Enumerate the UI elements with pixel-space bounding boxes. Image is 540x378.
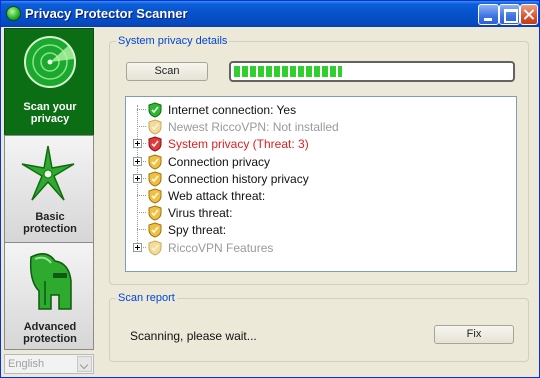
chevron-down-icon[interactable] [77, 356, 92, 372]
tree-item-label: Web attack threat: [168, 189, 266, 203]
sidebar-item-label: Advanced protection [5, 321, 95, 345]
system-privacy-details-group: System privacy details Scan Internet con… [109, 35, 529, 285]
tree-connector [137, 229, 146, 231]
scan-progress-bar [229, 61, 515, 82]
tree-item-label: RiccoVPN Features [168, 240, 274, 255]
tree-item[interactable]: Spy threat: [126, 221, 516, 238]
privacy-tree[interactable]: Internet connection: Yes Newest RiccoVPN:… [125, 96, 517, 272]
window-title: Privacy Protector Scanner [25, 6, 188, 21]
expand-icon[interactable] [133, 139, 142, 149]
sidebar-label-line1: Scan your [23, 101, 77, 113]
group-legend: Scan report [116, 292, 177, 304]
shield-icon [148, 222, 162, 238]
sidebar-label-line2: protection [23, 223, 77, 235]
tree-item-label: Connection history privacy [168, 171, 309, 186]
sidebar-label-line2: protection [23, 333, 77, 345]
sidebar-item-label: Scan your privacy [5, 101, 95, 125]
tree-item-label: Spy threat: [168, 223, 227, 238]
scan-status-text: Scanning, please wait... [130, 329, 257, 343]
app-window: Privacy Protector Scanner Scan your priv… [0, 0, 540, 378]
tree-item-label: Newest RiccoVPN: Not installed [168, 120, 339, 135]
sidebar-label-line2: privacy [30, 113, 70, 125]
tree-item[interactable]: Web attack threat: [126, 187, 516, 204]
sidebar-label-line1: Basic [35, 211, 65, 223]
sidebar-item-basic-protection[interactable]: Basic protection [4, 135, 94, 243]
tree-item[interactable]: RiccoVPN Features [126, 239, 516, 256]
sidebar-item-advanced-protection[interactable]: Advanced protection [4, 242, 94, 350]
app-icon [6, 6, 21, 21]
tree-item[interactable]: System privacy (Threat: 3) [126, 135, 516, 152]
shield-icon [148, 154, 162, 170]
shield-icon [148, 102, 162, 118]
shield-icon [148, 171, 162, 187]
tree-item[interactable]: Internet connection: Yes [126, 101, 516, 118]
shield-icon [148, 240, 162, 256]
scan-button[interactable]: Scan [126, 62, 208, 81]
sidebar: Scan your privacy Basic protection Advan… [4, 28, 94, 350]
sidebar-item-scan-privacy[interactable]: Scan your privacy [4, 28, 94, 136]
group-legend: System privacy details [116, 35, 230, 47]
shuriken-icon [21, 145, 75, 201]
sidebar-item-label: Basic protection [5, 211, 95, 235]
tree-item-label: System privacy (Threat: 3) [168, 137, 309, 152]
title-bar[interactable]: Privacy Protector Scanner [1, 1, 539, 27]
tree-connector [137, 212, 146, 214]
shield-icon [148, 136, 162, 152]
tree-item[interactable]: Newest RiccoVPN: Not installed [126, 118, 516, 135]
close-button[interactable] [520, 4, 538, 25]
fix-button[interactable]: Fix [434, 325, 514, 344]
tree-item[interactable]: Virus threat: [126, 204, 516, 221]
tree-item-label: Virus threat: [168, 206, 233, 221]
tree-connector [137, 195, 146, 196]
tree-item-label: Connection privacy [168, 154, 271, 169]
tree-item-label: Internet connection: Yes [168, 103, 297, 117]
helmet-icon [29, 253, 72, 310]
expand-icon[interactable] [133, 242, 142, 252]
expand-icon[interactable] [133, 173, 142, 183]
minimize-button[interactable] [478, 4, 499, 25]
tree-item[interactable]: Connection privacy [126, 153, 516, 170]
tree-connector [137, 126, 146, 128]
shield-icon [148, 205, 162, 221]
expand-icon[interactable] [133, 156, 142, 166]
tree-item[interactable]: Connection history privacy [126, 170, 516, 187]
tree-connector [137, 109, 146, 110]
maximize-button[interactable] [499, 4, 520, 25]
sidebar-label-line1: Advanced [23, 321, 77, 333]
shield-icon [148, 119, 162, 135]
language-value: English [8, 358, 45, 370]
shield-icon [148, 188, 162, 204]
progress-fill [234, 66, 342, 77]
radar-icon [24, 36, 76, 88]
scan-report-group: Scan report Scanning, please wait... Fix [109, 292, 529, 362]
language-select[interactable]: English [4, 354, 94, 374]
